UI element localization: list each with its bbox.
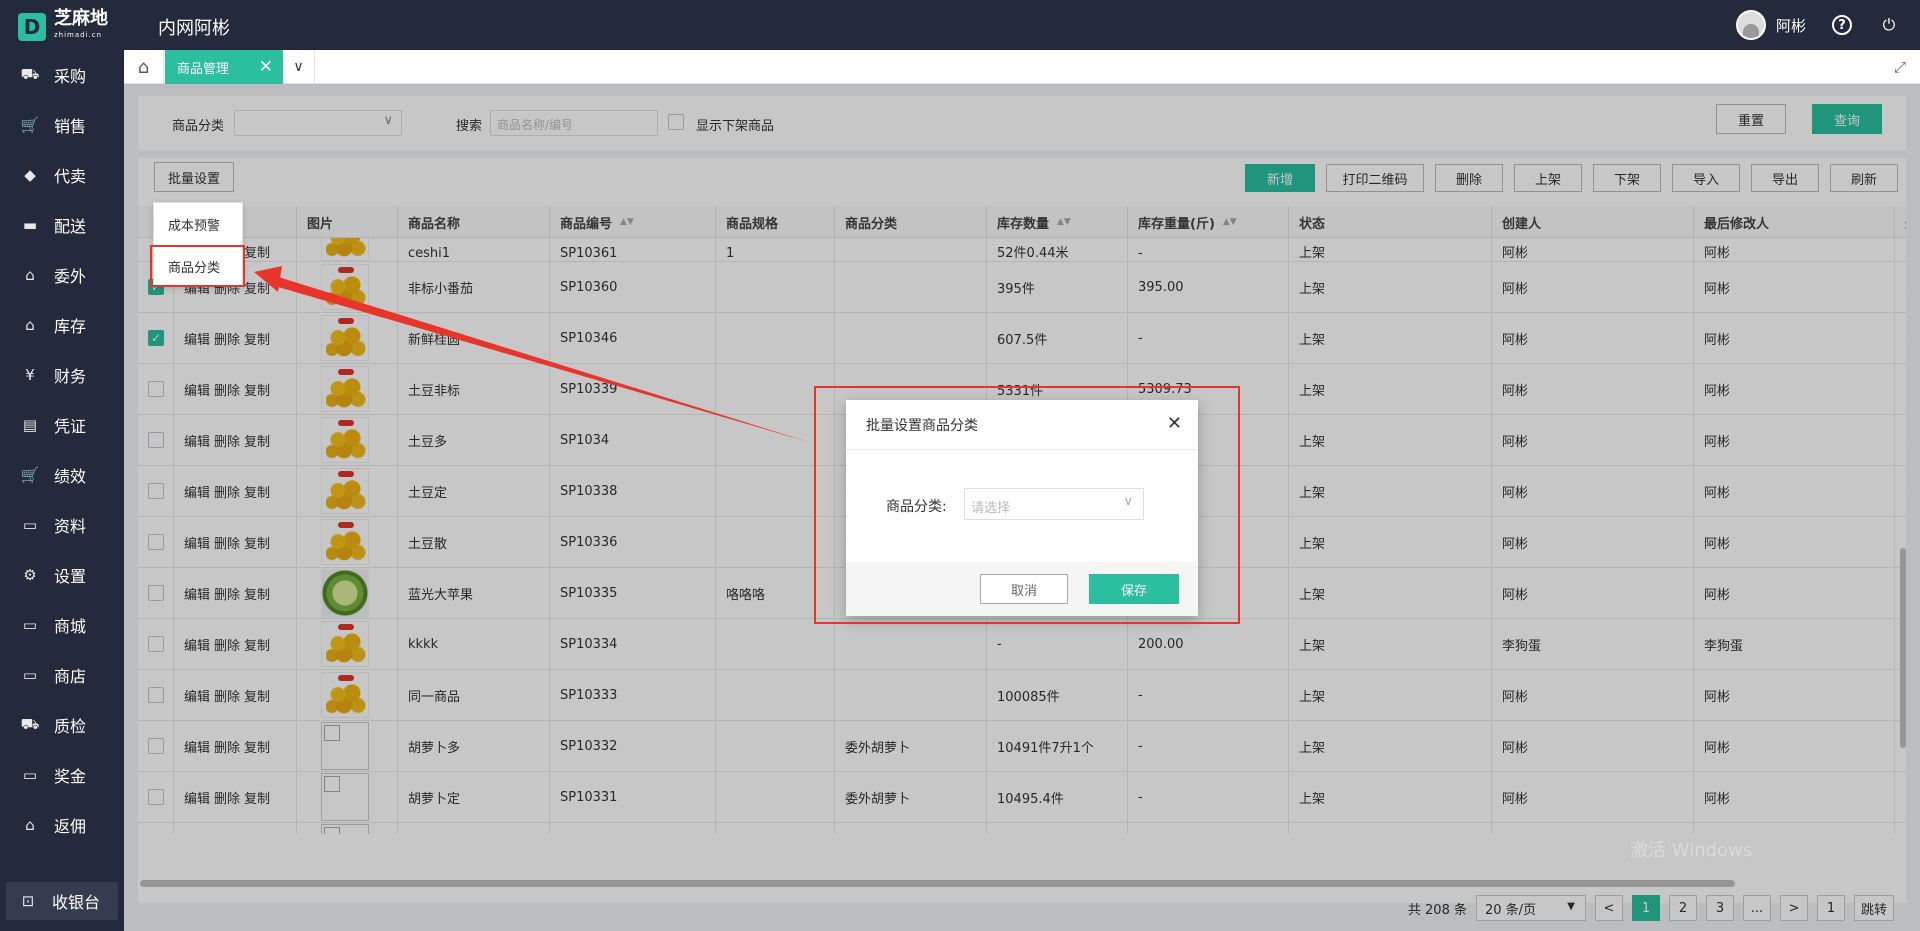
sidebar-item-label: 库存 (54, 317, 87, 336)
app-logo[interactable]: D 芝麻地 zhimadi.cn (18, 8, 108, 43)
store-icon: ▭ (22, 766, 38, 784)
sidebar-item-11[interactable]: ▭ 商城 (0, 600, 124, 650)
sidebar-item-14[interactable]: ▭ 奖金 (0, 750, 124, 800)
store-icon: ▭ (22, 666, 38, 684)
logo-text: 芝麻地 (54, 8, 108, 29)
sidebar-item-10[interactable]: ⚙ 设置 (0, 550, 124, 600)
sidebar-item-6[interactable]: ¥ 财务 (0, 350, 124, 400)
tabs-bar: ⌂ 商品管理 ✕ ∨ ⤢ (124, 50, 1920, 84)
app-title: 内网阿彬 (158, 18, 230, 39)
basket-icon: ⛟ (20, 715, 40, 733)
power-icon[interactable]: ⏻ (1878, 14, 1900, 36)
sidebar-item-label: 返佣 (54, 817, 87, 836)
printer-icon: ▭ (22, 516, 38, 534)
home-icon[interactable]: ⌂ (124, 50, 164, 84)
user-menu[interactable]: 阿彬 (1735, 10, 1806, 40)
sidebar-item-3[interactable]: ▬ 配送 (0, 200, 124, 250)
sidebar-item-label: 奖金 (54, 767, 87, 786)
warehouse-icon: ⌂ (25, 316, 35, 334)
store-icon: ▭ (22, 616, 38, 634)
sidebar-item-15[interactable]: ⌂ 返佣 (0, 800, 124, 850)
truck-icon: ▬ (22, 216, 38, 234)
cashier-label: 收银台 (52, 893, 101, 912)
warehouse-icon: ⌂ (25, 266, 35, 284)
logo-subtext: zhimadi.cn (54, 31, 103, 39)
gear-icon: ⚙ (23, 566, 37, 584)
sidebar-item-5[interactable]: ⌂ 库存 (0, 300, 124, 350)
help-icon[interactable]: ? (1832, 15, 1852, 35)
chevron-down-icon[interactable]: ∨ (283, 50, 315, 84)
sidebar-item-label: 凭证 (54, 417, 87, 436)
fullscreen-icon[interactable]: ⤢ (1894, 58, 1906, 76)
sidebar-item-label: 销售 (54, 117, 87, 136)
sidebar-item-13[interactable]: ⛟ 质检 (0, 700, 124, 750)
sidebar-item-label: 设置 (54, 567, 87, 586)
sidebar-item-12[interactable]: ▭ 商店 (0, 650, 124, 700)
warehouse-icon: ⌂ (25, 816, 35, 834)
logo-mark: D (18, 13, 46, 41)
sidebar-item-label: 财务 (54, 367, 87, 386)
sidebar-item-8[interactable]: 🛒 绩效 (0, 450, 124, 500)
sidebar-item-label: 资料 (54, 517, 87, 536)
close-icon[interactable]: ✕ (259, 57, 273, 77)
tab-product-management[interactable]: 商品管理 ✕ (165, 50, 283, 84)
yen-icon: ¥ (25, 366, 35, 384)
sidebar-item-7[interactable]: ▤ 凭证 (0, 400, 124, 450)
highlight-box-dialog (814, 386, 1240, 624)
sidebar: ⛟ 采购 🛒 销售 ◆ 代卖 ▬ 配送 ⌂ 委外 ⌂ 库存 ¥ 财务 ▤ 凭证 🛒 绩效 ▭ 资料 ⚙ 设置 ▭ 商城 ▭ 商店 ⛟… (0, 50, 124, 931)
sidebar-item-label: 商城 (54, 617, 87, 636)
sidebar-item-label: 配送 (54, 217, 87, 236)
tag-icon: ◆ (24, 166, 36, 184)
top-bar: D 芝麻地 zhimadi.cn 内网阿彬 阿彬 ? ⏻ (0, 0, 1920, 50)
sidebar-item-label: 绩效 (54, 467, 87, 486)
highlight-box-menu (150, 245, 245, 287)
cashier-button[interactable]: ⊡ 收银台 (6, 882, 118, 920)
avatar (1735, 10, 1766, 40)
sidebar-item-label: 采购 (54, 67, 87, 86)
sidebar-item-label: 商店 (54, 667, 87, 686)
sidebar-item-9[interactable]: ▭ 资料 (0, 500, 124, 550)
cart-icon: 🛒 (20, 116, 40, 134)
menu-item-cost-warning[interactable]: 成本预警 (154, 203, 242, 245)
windows-watermark: 激活 Windows (1630, 840, 1753, 861)
cart-icon: 🛒 (20, 466, 40, 484)
sidebar-item-label: 质检 (54, 717, 87, 736)
sidebar-item-label: 委外 (54, 267, 87, 286)
basket-icon: ⛟ (20, 65, 40, 83)
cashier-icon: ⊡ (21, 892, 35, 910)
sidebar-item-2[interactable]: ◆ 代卖 (0, 150, 124, 200)
ledger-icon: ▤ (22, 416, 38, 434)
sidebar-item-0[interactable]: ⛟ 采购 (0, 50, 124, 100)
sidebar-item-4[interactable]: ⌂ 委外 (0, 250, 124, 300)
user-name: 阿彬 (1775, 16, 1806, 35)
tab-label: 商品管理 (177, 61, 230, 77)
sidebar-item-1[interactable]: 🛒 销售 (0, 100, 124, 150)
sidebar-item-label: 代卖 (54, 167, 87, 186)
